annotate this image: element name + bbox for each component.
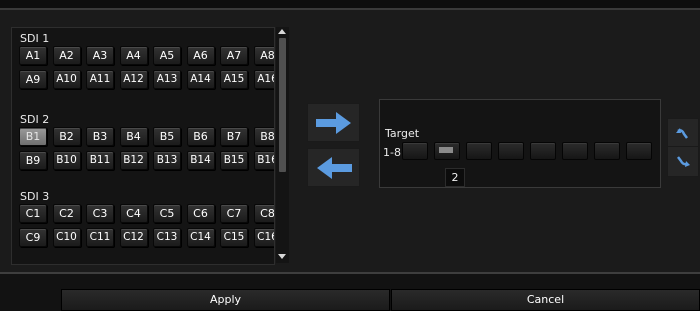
channel-button[interactable]: C3 [86,204,114,223]
channel-button[interactable]: A12 [119,70,148,89]
move-up-button[interactable] [667,118,699,149]
target-label: Target [385,127,420,140]
channel-button[interactable]: A13 [153,70,181,89]
channel-button[interactable]: B13 [153,151,181,170]
channel-button[interactable]: C4 [119,204,148,223]
group-label: SDI 1 [20,32,50,45]
channel-button[interactable]: A16 [253,70,274,89]
channel-button[interactable]: C15 [220,228,248,247]
channel-button[interactable]: B15 [220,151,248,170]
target-slot[interactable] [402,142,428,160]
top-strip [0,0,700,8]
channel-button[interactable]: B6 [186,127,215,146]
channel-button[interactable]: A5 [153,46,181,65]
source-scrollbar[interactable] [276,27,289,263]
channel-button[interactable]: A4 [119,46,148,65]
channel-button[interactable]: B1 [19,127,47,146]
group-label: SDI 2 [20,113,50,126]
channel-button[interactable]: C12 [119,228,148,247]
scroll-down-icon[interactable] [278,254,286,259]
channel-button[interactable]: C2 [52,204,81,223]
target-slot[interactable] [562,142,588,160]
channel-button[interactable]: A8 [253,46,274,65]
channel-button[interactable]: C13 [153,228,181,247]
channel-button[interactable]: A7 [220,46,248,65]
slot-tooltip: 2 [445,168,465,187]
channel-button[interactable]: C14 [186,228,215,247]
scroll-up-icon[interactable] [278,29,286,34]
channel-button[interactable]: A15 [220,70,248,89]
arrow-right-icon [316,112,351,134]
channel-button[interactable]: B7 [220,127,248,146]
channel-button[interactable]: A14 [186,70,215,89]
target-slot[interactable] [594,142,620,160]
channel-button[interactable]: C16 [253,228,274,247]
channel-button[interactable]: B8 [253,127,274,146]
channel-button[interactable]: B3 [86,127,114,146]
channel-button[interactable]: B4 [119,127,148,146]
channel-button[interactable]: C11 [86,228,114,247]
channel-button[interactable]: C5 [153,204,181,223]
channel-button[interactable]: B11 [86,151,114,170]
target-slot[interactable] [466,142,492,160]
target-slot[interactable] [498,142,524,160]
cancel-button[interactable]: Cancel [391,289,700,311]
arrow-left-icon [317,157,352,179]
channel-button[interactable]: A3 [86,46,114,65]
curve-arrow-up-icon [676,128,688,139]
channel-button[interactable]: B16 [253,151,274,170]
channel-button[interactable]: A2 [52,46,81,65]
group-label: SDI 3 [20,190,50,203]
curve-arrow-down-icon [677,156,690,167]
channel-button[interactable]: C8 [253,204,274,223]
channel-button[interactable]: C6 [186,204,215,223]
channel-button[interactable]: A11 [86,70,114,89]
channel-button[interactable]: B10 [52,151,81,170]
assign-right-button[interactable] [307,103,360,142]
channel-button[interactable]: C10 [52,228,81,247]
target-slot[interactable] [626,142,652,160]
target-slot[interactable] [530,142,556,160]
channel-button[interactable]: C9 [19,228,47,247]
target-range-label: 1-8 [383,146,401,159]
channel-button[interactable]: A10 [52,70,81,89]
source-channel-list[interactable]: SDI 1 A1 A2 A3 A4 A5 A6 A7 A8 A9 A10 A11 A12 A13 A14 A1… [11,27,275,265]
channel-button[interactable]: B9 [19,151,47,170]
channel-button[interactable]: A1 [19,46,47,65]
channel-button[interactable]: C1 [19,204,47,223]
channel-button[interactable]: B14 [186,151,215,170]
channel-button[interactable]: A6 [186,46,215,65]
move-down-button[interactable] [667,146,699,177]
channel-button[interactable]: B5 [153,127,181,146]
unassign-left-button[interactable] [307,148,360,187]
target-slot[interactable] [434,142,460,160]
scroll-thumb[interactable] [279,38,286,172]
channel-button[interactable]: B2 [52,127,81,146]
channel-button[interactable]: B12 [119,151,148,170]
channel-button[interactable]: C7 [220,204,248,223]
apply-button[interactable]: Apply [61,289,390,311]
channel-button[interactable]: A9 [19,70,47,89]
